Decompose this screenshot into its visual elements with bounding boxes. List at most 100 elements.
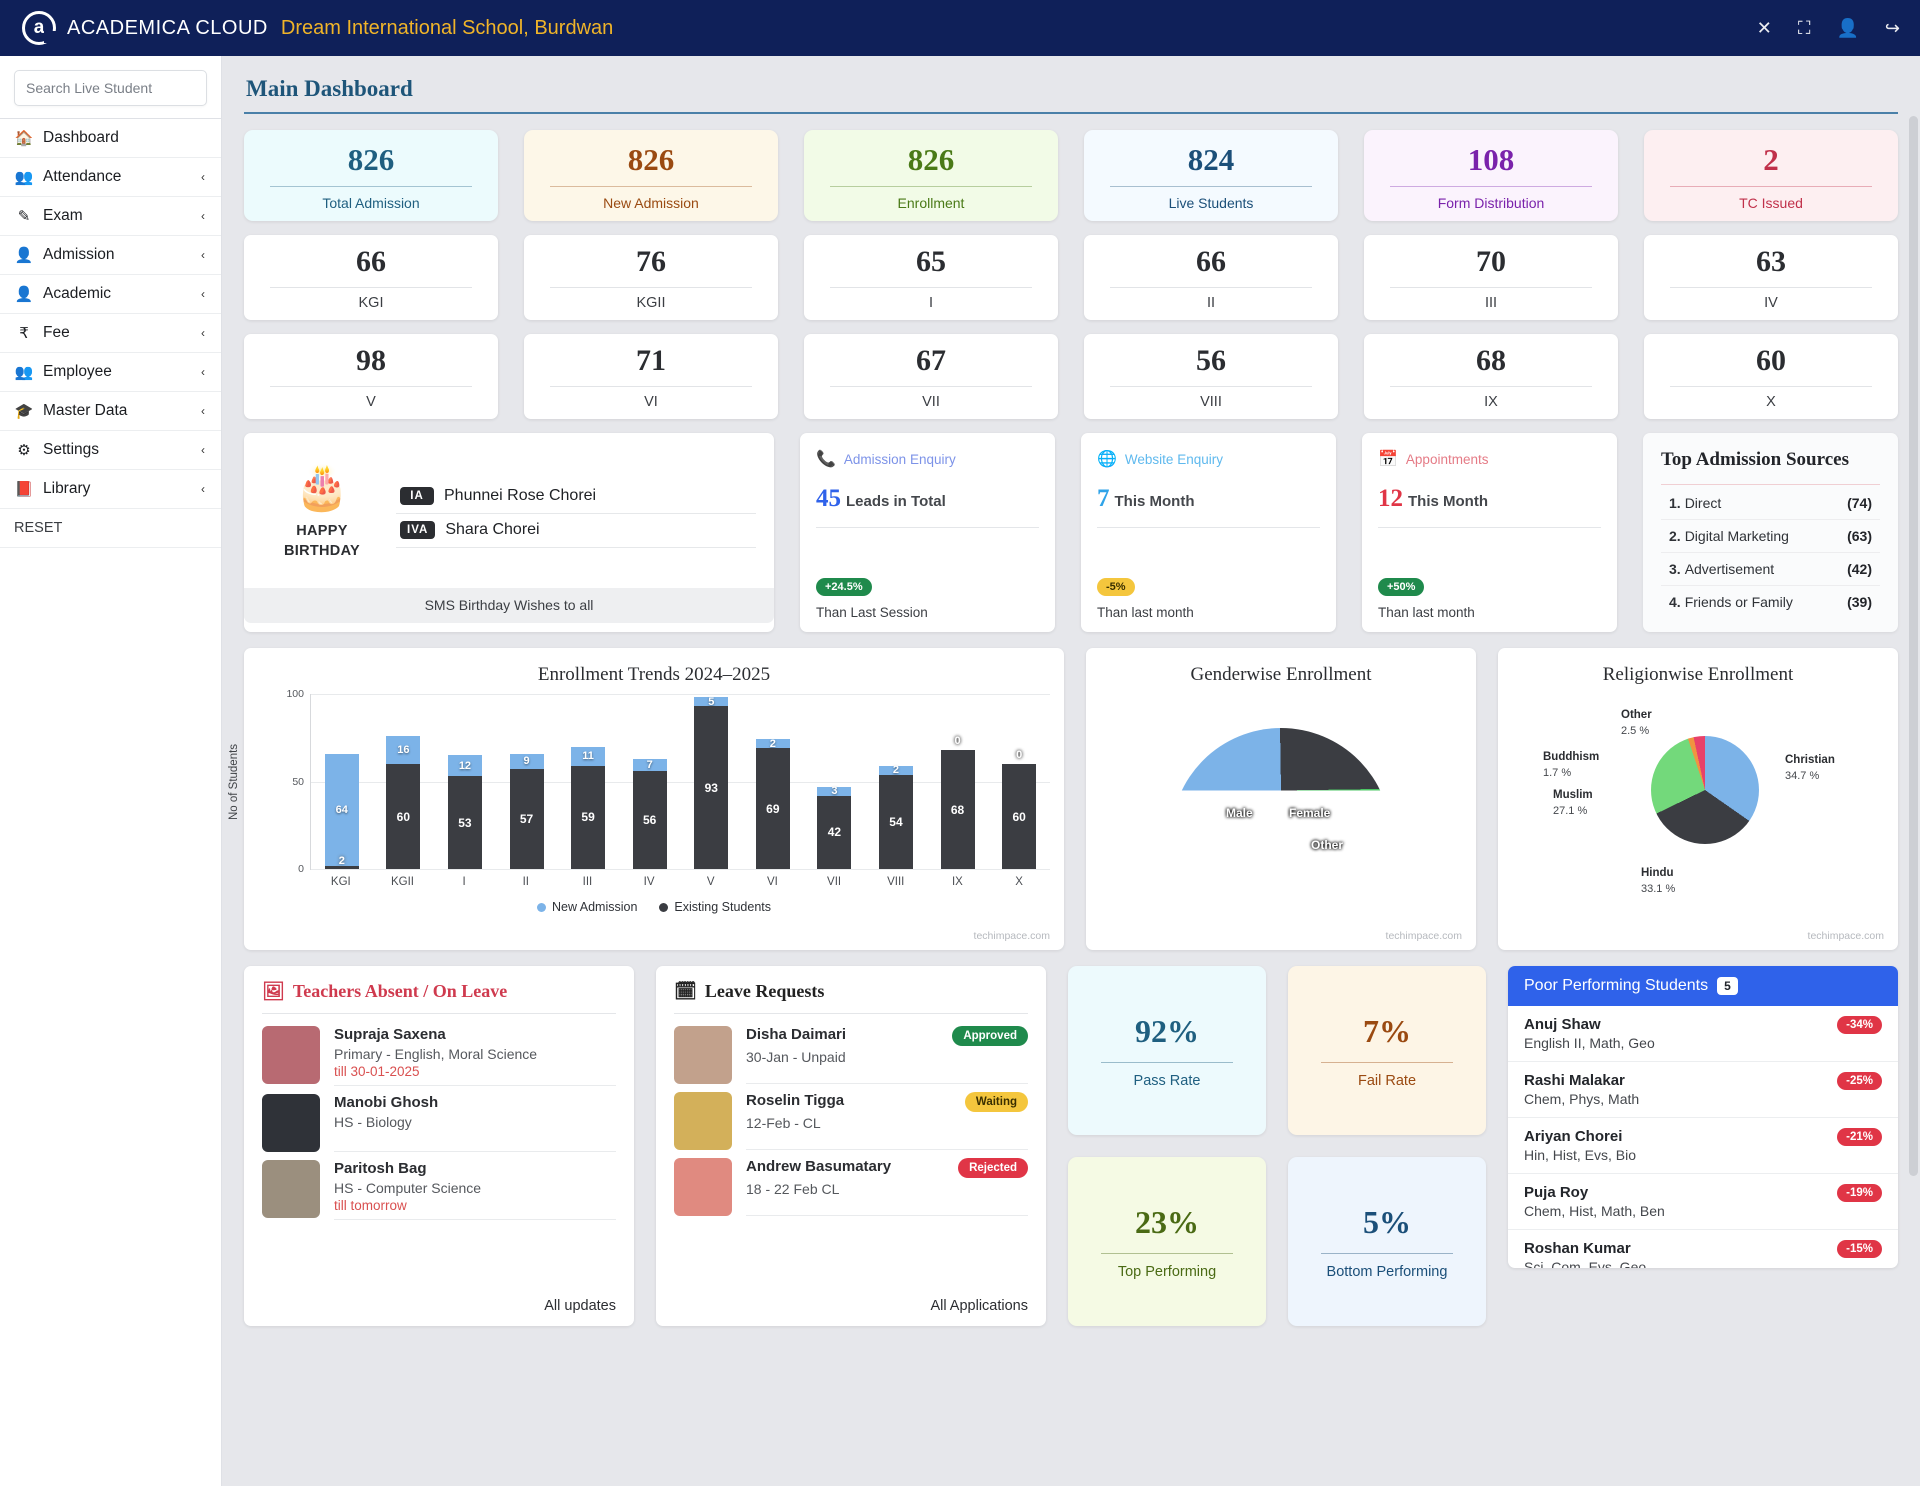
list-item[interactable]: Disha Daimari Approved 30-Jan - Unpaid <box>674 1018 1028 1084</box>
table-row[interactable]: Puja Roy Chem, Hist, Math, Ben -19% <box>1508 1174 1898 1230</box>
pie-label-name: Hindu <box>1641 867 1674 879</box>
class-cards-row-2: 98 V 71 VI 67 VII 56 VIII 68 IX 60 X <box>244 334 1898 419</box>
class-card-X[interactable]: 60 X <box>1644 334 1898 419</box>
class-count: 68 <box>1476 344 1506 377</box>
bar-column: 12 53 <box>447 755 482 869</box>
kpi-card-total-admission[interactable]: 826 Total Admission <box>244 130 498 221</box>
kpi-card-enrollment[interactable]: 826 Enrollment <box>804 130 1058 221</box>
sidebar-item-master-data[interactable]: 🎓 Master Data ‹ <box>0 391 221 430</box>
class-card-II[interactable]: 66 II <box>1084 235 1338 320</box>
enquiry-title: Appointments <box>1405 451 1489 467</box>
class-card-KGI[interactable]: 66 KGI <box>244 235 498 320</box>
kpi-card-form-distribution[interactable]: 108 Form Distribution <box>1364 130 1618 221</box>
class-card-III[interactable]: 70 III <box>1364 235 1618 320</box>
bar-column: 0 68 <box>940 735 975 869</box>
list-item-body: Roselin Tigga Waiting 12-Feb - CL <box>746 1092 1028 1150</box>
class-card-VII[interactable]: 67 VII <box>804 334 1058 419</box>
birthday-body: 🎂 HAPPY BIRTHDAY IA Phunnei Rose Chorei IV… <box>244 433 774 588</box>
rate-card-fail-rate[interactable]: 7% Fail Rate <box>1288 966 1486 1135</box>
bar-segment-existing: 93 <box>694 706 729 869</box>
sidebar-item-settings[interactable]: ⚙ Settings ‹ <box>0 430 221 469</box>
enquiry-number: 45 <box>816 485 841 512</box>
x-tick-label: IX <box>951 876 963 888</box>
sidebar-item-attendance[interactable]: 👥 Attendance ‹ <box>0 157 221 196</box>
table-row[interactable]: Rashi Malakar Chem, Phys, Math -25% <box>1508 1062 1898 1118</box>
class-card-KGII[interactable]: 76 KGII <box>524 235 778 320</box>
pie-label: Hindu 33.1 % <box>1641 866 1675 896</box>
birthday-sms-button[interactable]: SMS Birthday Wishes to all <box>244 588 774 623</box>
rate-card-bottom-performing[interactable]: 5% Bottom Performing <box>1288 1157 1486 1326</box>
legend-swatch <box>659 902 669 912</box>
list-item[interactable]: Supraja Saxena Primary - English, Moral S… <box>262 1018 616 1086</box>
list-item[interactable]: Manobi Ghosh HS - Biology <box>262 1086 616 1152</box>
list-item[interactable]: Paritosh Bag HS - Computer Science till to… <box>262 1152 616 1220</box>
page-scrollbar[interactable] <box>1909 116 1918 1176</box>
watermark: techimpace.com <box>973 930 1050 942</box>
enrollment-trends-chart: Enrollment Trends 2024–2025 No of Studen… <box>228 648 1064 950</box>
all-applications-link[interactable]: All Applications <box>674 1298 1028 1314</box>
avatar <box>262 1094 320 1152</box>
class-card-VIII[interactable]: 56 VIII <box>1084 334 1338 419</box>
kpi-label: Enrollment <box>897 195 965 211</box>
legend-item[interactable]: New Admission <box>536 900 637 914</box>
list-item[interactable]: Andrew Basumatary Rejected 18 - 22 Feb CL <box>674 1150 1028 1216</box>
class-card-VI[interactable]: 71 VI <box>524 334 778 419</box>
delta-badge: -21% <box>1837 1128 1882 1146</box>
poor-performing-count: 5 <box>1717 977 1738 995</box>
enquiry-number: 12 <box>1378 485 1403 512</box>
table-row[interactable]: Anuj Shaw English II, Math, Geo -34% <box>1508 1006 1898 1062</box>
kpi-value: 824 <box>1187 142 1235 177</box>
sidebar-item-dashboard[interactable]: 🏠 Dashboard <box>0 118 221 157</box>
student-subjects: Chem, Phys, Math <box>1524 1091 1640 1107</box>
admission-enquiry-card[interactable]: 📞 Admission Enquiry 45 Leads in Total +24.5%… <box>800 433 1055 632</box>
class-count: 63 <box>1756 245 1786 278</box>
class-card-IV[interactable]: 63 IV <box>1644 235 1898 320</box>
class-card-V[interactable]: 98 V <box>244 334 498 419</box>
legend-item[interactable]: Existing Students <box>659 900 771 914</box>
class-card-IX[interactable]: 68 IX <box>1364 334 1618 419</box>
exam-icon: ✎ <box>17 208 31 225</box>
list-item[interactable]: Roselin Tigga Waiting 12-Feb - CL <box>674 1084 1028 1150</box>
class-name: KGI <box>358 295 384 311</box>
search-input[interactable] <box>14 70 207 106</box>
appointments-card[interactable]: 📅 Appointments 12 This Month +50% Than last m… <box>1362 433 1617 632</box>
gridline <box>311 869 1050 870</box>
bar-column: 11 59 <box>571 746 606 869</box>
pie-label-value: 34.7 % <box>1785 769 1820 782</box>
website-enquiry-card[interactable]: 🌐 Website Enquiry 7 This Month -5% Than last … <box>1081 433 1336 632</box>
sidebar-item-fee[interactable]: ₹ Fee ‹ <box>0 313 221 352</box>
sidebar-item-reset[interactable]: RESET <box>0 508 221 548</box>
delta-badge: -15% <box>1837 1240 1882 1258</box>
class-count: 66 <box>356 245 386 278</box>
kpi-value: 108 <box>1467 142 1515 177</box>
sidebar-item-exam[interactable]: ✎ Exam ‹ <box>0 196 221 235</box>
divider <box>1110 287 1312 288</box>
y-tick-label: 100 <box>286 688 304 700</box>
sidebar-item-library[interactable]: 📕 Library ‹ <box>0 469 221 508</box>
list-item-body: Disha Daimari Approved 30-Jan - Unpaid <box>746 1026 1028 1084</box>
person-name: Paritosh Bag <box>334 1160 427 1177</box>
table-row[interactable]: Ariyan Chorei Hin, Hist, Evs, Bio -21% <box>1508 1118 1898 1174</box>
fullscreen-icon[interactable]: ⛶ <box>1798 19 1811 37</box>
chevron-left-icon: ‹ <box>201 248 205 262</box>
list-item-top: Paritosh Bag <box>334 1160 616 1177</box>
table-row[interactable]: Roshan Kumar Sci, Com, Evs, Geo -15% <box>1508 1230 1898 1268</box>
list-item-body: Supraja Saxena Primary - English, Moral S… <box>334 1026 616 1086</box>
sidebar-item-admission[interactable]: 👤 Admission ‹ <box>0 235 221 274</box>
user-icon[interactable]: 👤 <box>1836 19 1858 37</box>
logout-icon[interactable]: ↪ <box>1885 19 1900 37</box>
admission-icon: 👤 <box>14 247 34 264</box>
close-icon[interactable]: ✕ <box>1757 19 1772 37</box>
rate-card-top-performing[interactable]: 23% Top Performing <box>1068 1157 1266 1326</box>
kpi-card-tc-issued[interactable]: 2 TC Issued <box>1644 130 1898 221</box>
all-updates-link[interactable]: All updates <box>262 1298 616 1314</box>
kpi-card-new-admission[interactable]: 826 New Admission <box>524 130 778 221</box>
class-card-I[interactable]: 65 I <box>804 235 1058 320</box>
person-detail: 18 - 22 Feb CL <box>746 1181 840 1197</box>
rate-label: Top Performing <box>1117 1263 1217 1280</box>
rate-card-pass-rate[interactable]: 92% Pass Rate <box>1068 966 1266 1135</box>
divider <box>674 1013 1028 1014</box>
kpi-card-live-students[interactable]: 824 Live Students <box>1084 130 1338 221</box>
sidebar-item-employee[interactable]: 👥 Employee ‹ <box>0 352 221 391</box>
sidebar-item-academic[interactable]: 👤 Academic ‹ <box>0 274 221 313</box>
